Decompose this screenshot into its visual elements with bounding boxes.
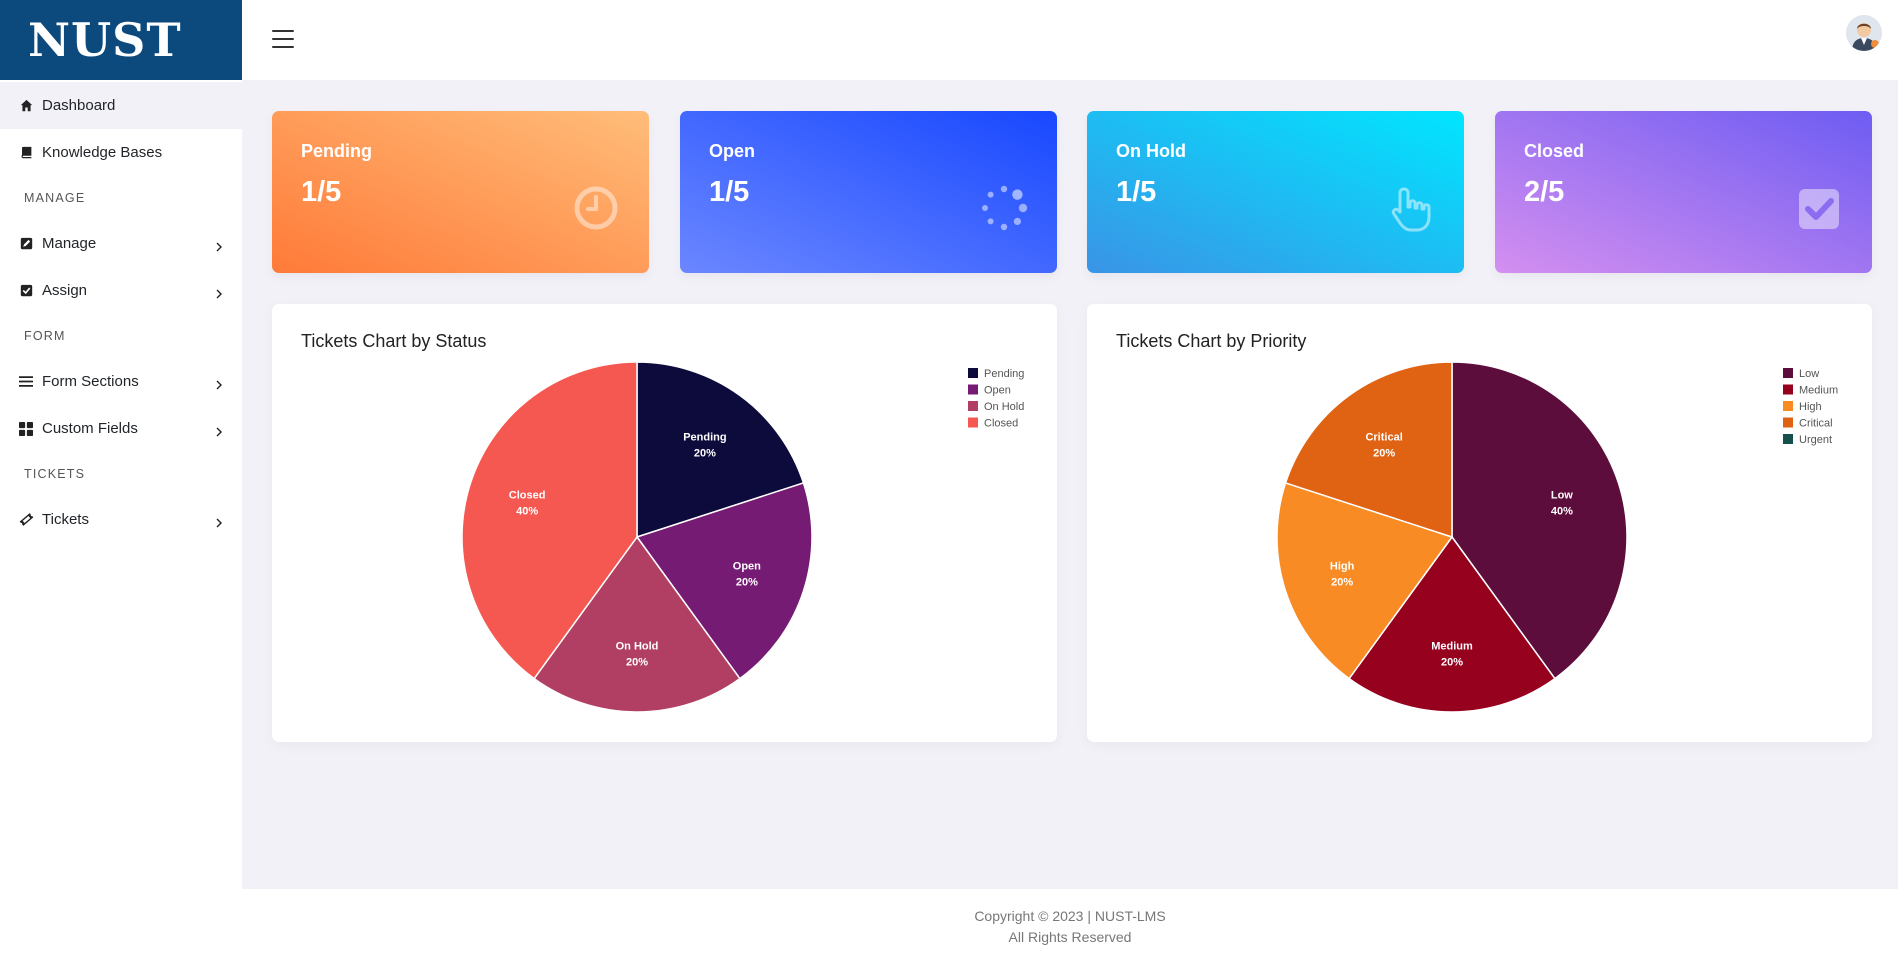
legend-label[interactable]: On Hold [984, 401, 1024, 413]
chevron-right-icon [214, 515, 224, 527]
legend-swatch[interactable] [968, 368, 978, 378]
home-icon [18, 98, 34, 114]
legend-label[interactable]: Urgent [1799, 434, 1832, 446]
user-avatar-icon[interactable] [1846, 15, 1882, 51]
spinner-icon [982, 185, 1028, 231]
legend-label[interactable]: High [1799, 401, 1822, 413]
sidebar-nav: Dashboard Knowledge Bases MANAGE Manage Assi… [0, 82, 242, 543]
slice-percent: 20% [1331, 577, 1353, 589]
stat-card-closed: Closed 2/5 [1495, 111, 1872, 273]
legend-swatch[interactable] [968, 417, 978, 428]
status-chart-panel: Tickets Chart by Status Pending 20% Open 20… [272, 304, 1057, 742]
legend-swatch[interactable] [968, 384, 978, 395]
card-title: Pending [301, 141, 372, 161]
hamburger-icon[interactable] [272, 30, 294, 48]
stat-card-pending: Pending 1/5 [272, 111, 649, 273]
sidebar-item-label: Form Sections [42, 373, 139, 390]
sidebar-item-knowledge-bases[interactable]: Knowledge Bases [0, 129, 242, 176]
sidebar-item-assign[interactable]: Assign [0, 267, 242, 314]
edit-icon [18, 236, 34, 252]
legend-swatch[interactable] [1783, 368, 1793, 378]
slice-label: Low [1551, 489, 1573, 501]
slice-label: Open [733, 561, 761, 573]
legend-label[interactable]: Pending [984, 368, 1024, 380]
book-icon [18, 145, 34, 161]
topbar [242, 0, 1898, 80]
card-title: Closed [1524, 141, 1585, 161]
sidebar-item-label: Dashboard [42, 97, 116, 114]
legend-swatch[interactable] [1783, 401, 1793, 411]
list-icon [18, 374, 34, 390]
slice-label: On Hold [616, 641, 659, 653]
slice-percent: 20% [694, 448, 716, 460]
sidebar-item-custom-fields[interactable]: Custom Fields [0, 405, 242, 452]
chevron-right-icon [214, 286, 224, 298]
slice-percent: 40% [516, 505, 538, 517]
legend-swatch[interactable] [1783, 384, 1793, 395]
slice-percent: 20% [1441, 657, 1463, 669]
brand-logo[interactable]: NUST [0, 0, 242, 80]
legend-label[interactable]: Medium [1799, 385, 1838, 397]
hand-pointer-icon [1391, 187, 1431, 232]
sidebar-item-label: Tickets [42, 511, 89, 528]
checkbox-icon [1799, 189, 1839, 229]
slice-label: Critical [1365, 432, 1402, 444]
stat-card-on-hold: On Hold 1/5 [1087, 111, 1464, 273]
priority-pie-chart: Low 40% Medium 20% High 20% Critical 20% Low Medi… [1276, 361, 1838, 713]
status-pie-chart: Pending 20% Open 20% On Hold 20% Closed 40% Pend… [461, 361, 1024, 713]
clock-icon [574, 186, 618, 230]
footer-copyright: Copyright © 2023 | NUST-LMS [974, 908, 1166, 924]
check-square-icon [18, 283, 34, 299]
priority-chart-panel: Tickets Chart by Priority Low 40% Medium 20… [1087, 304, 1872, 742]
legend-label[interactable]: Open [984, 385, 1011, 397]
ticket-icon [18, 512, 34, 528]
legend-label[interactable]: Critical [1799, 418, 1833, 430]
sidebar-section-heading: TICKETS [24, 467, 86, 481]
sidebar-item-label: Manage [42, 235, 97, 252]
slice-label: Pending [683, 432, 726, 444]
slice-label: Medium [1431, 641, 1473, 653]
slice-percent: 20% [1373, 448, 1395, 460]
slice-percent: 20% [626, 657, 648, 669]
chevron-right-icon [214, 239, 224, 251]
card-title: On Hold [1116, 141, 1186, 161]
sidebar-item-label: Assign [42, 282, 88, 299]
sidebar: NUST Dashboard Knowledge Bases MANAGE Manag… [0, 0, 242, 960]
sidebar-item-dashboard[interactable]: Dashboard [0, 82, 242, 129]
legend-swatch[interactable] [968, 401, 978, 411]
slice-percent: 40% [1551, 505, 1573, 517]
legend-swatch[interactable] [1783, 417, 1793, 428]
sidebar-item-label: Custom Fields [42, 420, 138, 437]
slice-percent: 20% [736, 577, 758, 589]
card-title: Open [709, 141, 756, 161]
chevron-right-icon [214, 424, 224, 436]
chevron-right-icon [214, 377, 224, 389]
legend-label[interactable]: Low [1799, 368, 1819, 380]
stat-card-open: Open 1/5 [680, 111, 1057, 273]
sidebar-section-heading: MANAGE [24, 191, 86, 205]
footer-rights: All Rights Reserved [1008, 929, 1132, 945]
slice-label: High [1330, 561, 1355, 573]
legend-label[interactable]: Closed [984, 418, 1018, 430]
slice-label: Closed [509, 489, 546, 501]
sidebar-item-manage[interactable]: Manage [0, 220, 242, 267]
brand-logo-text: NUST [28, 13, 182, 67]
sidebar-section-heading: FORM [24, 329, 66, 343]
legend-swatch[interactable] [1783, 434, 1793, 444]
sidebar-item-tickets[interactable]: Tickets [0, 496, 242, 543]
sidebar-item-form-sections[interactable]: Form Sections [0, 358, 242, 405]
grid-icon [18, 421, 34, 437]
footer: Copyright © 2023 | NUST-LMS All Rights R… [242, 889, 1898, 960]
sidebar-item-label: Knowledge Bases [42, 144, 163, 161]
